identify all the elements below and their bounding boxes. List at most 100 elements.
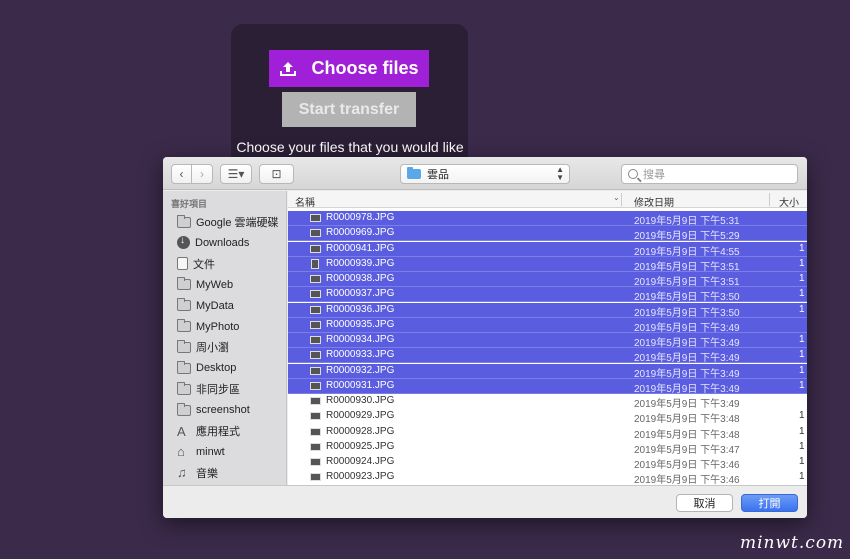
dialog-footer: 取消 打開 (163, 485, 807, 518)
sidebar-item[interactable]: MyPhoto (177, 318, 239, 336)
file-size: 1 (799, 379, 805, 391)
file-row[interactable]: R0000941.JPG 2019年5月9日 下午4:55 1 (288, 241, 807, 258)
image-thumbnail-icon (310, 381, 321, 390)
file-size: 1 (799, 288, 805, 300)
file-date: 2019年5月9日 下午4:55 (634, 246, 740, 258)
file-row[interactable]: R0000923.JPG 2019年5月9日 下午3:46 1 (288, 470, 807, 485)
file-row[interactable]: R0000929.JPG 2019年5月9日 下午3:48 1 (288, 409, 807, 425)
start-transfer-button[interactable]: Start transfer (282, 92, 416, 127)
file-row[interactable]: R0000930.JPG 2019年5月9日 下午3:49 (288, 394, 807, 410)
file-row[interactable]: R0000924.JPG 2019年5月9日 下午3:46 1 (288, 455, 807, 471)
cancel-button[interactable]: 取消 (676, 494, 733, 512)
chevron-right-icon: › (200, 167, 204, 181)
list-header: 名稱 ⌄ 修改日期 大小 (288, 191, 807, 209)
file-name: R0000936.JPG (326, 303, 395, 315)
file-row[interactable]: R0000935.JPG 2019年5月9日 下午3:49 (288, 317, 807, 334)
file-row[interactable]: R0000933.JPG 2019年5月9日 下午3:49 1 (288, 348, 807, 365)
sidebar-item[interactable]: ♫ 音樂 (177, 464, 218, 482)
image-thumbnail-icon (310, 397, 321, 405)
file-row[interactable]: R0000969.JPG 2019年5月9日 下午5:29 (288, 226, 807, 243)
file-row[interactable]: R0000928.JPG 2019年5月9日 下午3:48 1 (288, 425, 807, 441)
file-row[interactable]: R0000932.JPG 2019年5月9日 下午3:49 1 (288, 363, 807, 380)
column-name[interactable]: 名稱 (295, 194, 315, 209)
upload-prompt: Choose your files that you would like (236, 139, 464, 155)
file-size: 1 (799, 456, 805, 467)
file-date: 2019年5月9日 下午3:49 (634, 353, 740, 365)
back-button[interactable]: ‹ (171, 164, 192, 184)
file-row[interactable]: R0000931.JPG 2019年5月9日 下午3:49 1 (288, 378, 807, 395)
column-size[interactable]: 大小 (779, 194, 799, 209)
sidebar-item-label: screenshot (196, 404, 250, 417)
forward-button[interactable]: › (192, 164, 213, 184)
location-select[interactable]: 雲品 ▲ ▼ (400, 164, 570, 184)
file-list: 名稱 ⌄ 修改日期 大小 R0000978.JPG 2019年5月9日 下午5:3… (288, 191, 807, 485)
column-divider (621, 193, 622, 206)
file-name: R0000937.JPG (326, 288, 395, 300)
file-row[interactable]: R0000939.JPG 2019年5月9日 下午3:51 1 (288, 256, 807, 273)
file-date: 2019年5月9日 下午3:49 (634, 338, 740, 349)
sidebar-item-label: 非同步區 (196, 384, 240, 397)
image-thumbnail-icon (310, 458, 321, 466)
file-row[interactable]: R0000934.JPG 2019年5月9日 下午3:49 1 (288, 333, 807, 349)
file-size: 1 (799, 364, 805, 376)
file-open-dialog: ‹ › ☰▾ ⊡ 雲品 ▲▼ 搜尋 喜好項目 Google 雲端硬碟 Downlo… (163, 157, 807, 518)
sidebar-item[interactable]: 文件 (177, 255, 215, 273)
image-thumbnail-icon (310, 244, 321, 253)
music-icon: ♫ (177, 465, 187, 481)
search-input[interactable]: 搜尋 (621, 164, 798, 184)
image-thumbnail-icon (310, 229, 321, 238)
sidebar-item[interactable]: MyData (177, 297, 234, 315)
file-name: R0000934.JPG (326, 334, 395, 345)
file-row[interactable]: R0000937.JPG 2019年5月9日 下午3:50 1 (288, 287, 807, 303)
sidebar-item-label: 周小瀏 (196, 342, 229, 355)
sidebar-item[interactable]: Downloads (177, 234, 249, 252)
file-date: 2019年5月9日 下午3:50 (634, 307, 740, 319)
sidebar-item[interactable]: Google 雲端硬碟 (177, 213, 279, 231)
list-view-icon: ☰▾ (227, 167, 245, 181)
view-mode-button[interactable]: ☰▾ (220, 164, 252, 184)
file-name: R0000938.JPG (326, 273, 395, 284)
file-size: 1 (799, 440, 805, 452)
file-date: 2019年5月9日 下午5:29 (634, 231, 740, 243)
folder-icon (177, 360, 191, 374)
search-placeholder: 搜尋 (643, 169, 665, 181)
choose-files-label: Choose files (311, 58, 419, 78)
sidebar-item[interactable]: 非同步區 (177, 380, 240, 398)
image-thumbnail-icon (311, 258, 319, 269)
choose-files-button[interactable]: Choose files (269, 50, 429, 87)
open-button[interactable]: 打開 (741, 494, 798, 512)
sidebar-item[interactable]: Desktop (177, 359, 236, 377)
file-size: 1 (799, 303, 805, 315)
file-row[interactable]: R0000936.JPG 2019年5月9日 下午3:50 1 (288, 302, 807, 319)
image-thumbnail-icon (310, 336, 321, 344)
file-date: 2019年5月9日 下午5:31 (634, 216, 740, 227)
sidebar-item[interactable]: ⌂ minwt (177, 443, 225, 461)
file-name: R0000930.JPG (326, 395, 395, 406)
column-divider (769, 193, 770, 206)
file-name: R0000935.JPG (326, 318, 395, 330)
image-thumbnail-icon (310, 366, 321, 375)
doc-icon (177, 257, 188, 271)
chevron-left-icon: ‹ (179, 167, 184, 181)
sidebar-item[interactable]: 周小瀏 (177, 338, 229, 356)
folder-icon (177, 402, 191, 416)
file-name: R0000969.JPG (326, 227, 395, 239)
file-name: R0000933.JPG (326, 349, 395, 361)
sidebar-item[interactable]: screenshot (177, 401, 250, 419)
file-row[interactable]: R0000938.JPG 2019年5月9日 下午3:51 1 (288, 272, 807, 288)
file-row[interactable]: R0000925.JPG 2019年5月9日 下午3:47 1 (288, 440, 807, 456)
sidebar-item-label: Downloads (195, 236, 250, 249)
folder-icon (177, 339, 191, 353)
column-date[interactable]: 修改日期 (634, 194, 674, 209)
file-name: R0000978.JPG (326, 212, 395, 223)
sidebar-item[interactable]: A 應用程式 (177, 422, 240, 440)
sidebar-item[interactable]: MyWeb (177, 276, 233, 294)
file-size: 1 (799, 273, 805, 284)
sidebar-item-label: MyWeb (196, 278, 234, 291)
file-date: 2019年5月9日 下午3:49 (634, 399, 740, 410)
sidebar-item-label: 應用程式 (196, 426, 240, 438)
file-row[interactable]: R0000978.JPG 2019年5月9日 下午5:31 (288, 211, 807, 227)
file-date: 2019年5月9日 下午3:49 (634, 383, 740, 395)
new-folder-button[interactable]: ⊡ (259, 164, 294, 184)
file-name: R0000931.JPG (326, 379, 395, 391)
